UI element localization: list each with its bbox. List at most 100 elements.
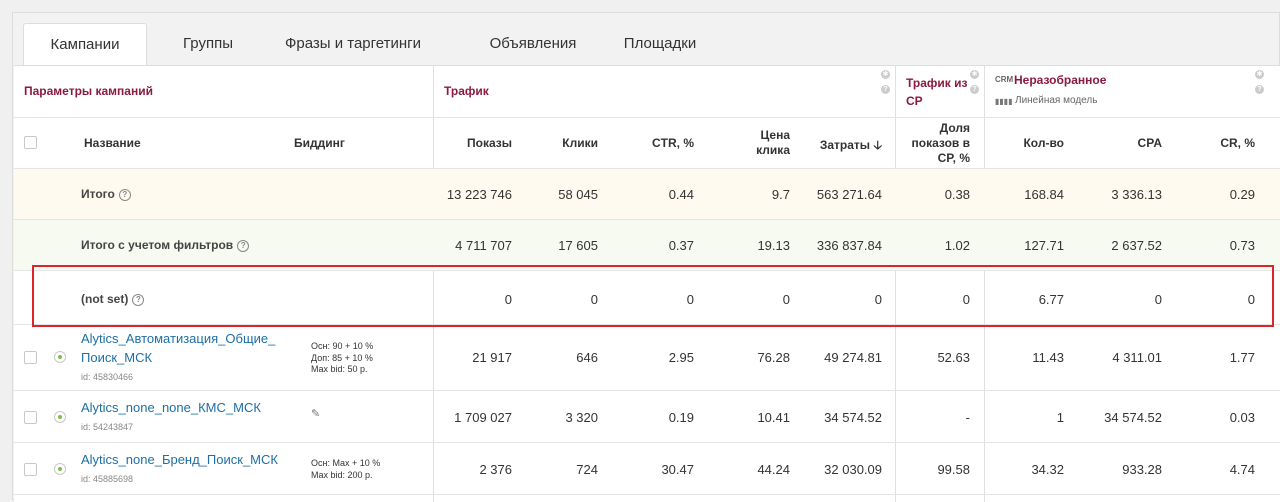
cell-shows: 4 711 707 (455, 238, 512, 253)
col-click-price[interactable]: Цена клика (740, 128, 790, 158)
tab-campaigns[interactable]: Кампании (23, 23, 147, 67)
campaign-name-link[interactable]: Alytics_none_none_КМС_МСК (81, 400, 261, 415)
cell-shows: 0 (504, 292, 512, 307)
col-impression-share[interactable]: Доля показов в СР, % (890, 121, 971, 166)
col-shows[interactable]: Показы (467, 136, 512, 150)
col-ctr[interactable]: CTR, % (652, 136, 694, 150)
cell-share: 0 (962, 292, 970, 307)
bid-main: Осн: 90 + 10 % (311, 341, 374, 351)
help-icon[interactable]: ? (970, 85, 979, 94)
row-label: Итого с учетом фильтров? (81, 238, 250, 252)
cell-shows: 21 917 (472, 350, 512, 365)
cell-cpa: 4 311.01 (1112, 350, 1162, 365)
cell-share: 52.63 (937, 350, 970, 365)
help-icon[interactable]: ? (132, 293, 145, 306)
status-active-icon[interactable] (54, 411, 66, 423)
campaign-name-link[interactable]: Alytics_none_Бренд_Поиск_МСК (81, 452, 278, 467)
cell-shows: 13 223 746 (446, 187, 512, 202)
cell-cr: 0.73 (1229, 238, 1255, 253)
attribution-model-label[interactable]: Линейная модель (1015, 95, 1097, 106)
cell-clicks: 724 (576, 462, 598, 477)
row-label-text: (not set) (81, 292, 129, 306)
bid-extra: Доп: 85 + 10 % (311, 352, 373, 363)
cell-cr: 4.74 (1229, 462, 1255, 477)
campaign-name-link[interactable]: Alytics_Автоматизация_Общие_ (81, 331, 275, 346)
col-name[interactable]: Название (84, 136, 141, 150)
bid-main: Осн: Max + 10 % (311, 458, 381, 468)
col-bidding[interactable]: Биддинг (294, 136, 345, 150)
column-header-row: Название Биддинг Показы Клики CTR, % Цен… (14, 118, 1280, 169)
table-row: Alytics_none_Бренд_Поиск_МСК id: 4588569… (14, 443, 1280, 495)
cell-count: 34.32 (1031, 462, 1064, 477)
cell-share: 1.02 (944, 238, 970, 253)
table-row: Alytics_none_none_КМС_МСК id: 54243847 ✎… (14, 391, 1280, 443)
bid-info[interactable]: Осн: Max + 10 % Max bid: 200 р. (311, 458, 380, 481)
row-checkbox[interactable] (24, 351, 37, 364)
campaign-id: id: 45885698 (81, 474, 134, 484)
cell-count: 168.84 (1024, 187, 1064, 202)
cell-clicks: 17 605 (558, 238, 598, 253)
table-row: Alytics_Автоматизация_Общие_ Поиск_МСК i… (14, 325, 1280, 391)
cell-cr: 0.03 (1229, 410, 1255, 425)
cell-price: 44.24 (757, 462, 790, 477)
cell-shows: 1 709 027 (454, 410, 512, 425)
cell-price: 0 (782, 292, 790, 307)
col-cpa[interactable]: CPA (1138, 136, 1162, 150)
select-all-checkbox[interactable] (24, 136, 37, 149)
cell-count: 1 (1056, 410, 1064, 425)
help-icon[interactable]: ? (237, 239, 250, 252)
table-row-total: Итого? 13 223 746 58 045 0.44 9.7 563 27… (14, 169, 1280, 220)
status-active-icon[interactable] (54, 351, 66, 363)
bars-icon: ▮▮▮▮ (995, 97, 1013, 106)
cell-cpa: 0 (1154, 292, 1162, 307)
help-icon[interactable]: ? (881, 85, 890, 94)
cell-clicks: 0 (590, 292, 598, 307)
group-header-row: Параметры кампаний Трафик ✱ ? Трафик из … (14, 66, 1280, 118)
cell-ctr: 0.19 (668, 410, 694, 425)
cell-cost: 0 (874, 292, 882, 307)
cell-cost: 336 837.84 (816, 238, 882, 253)
row-label: (not set)? (81, 292, 145, 306)
cell-clicks: 58 045 (558, 187, 598, 202)
cell-share: 99.58 (937, 462, 970, 477)
settings-gear-icon[interactable]: ✱ (881, 70, 890, 79)
campaign-name-link-cont[interactable]: Поиск_МСК (81, 350, 152, 365)
status-active-icon[interactable] (54, 463, 66, 475)
col-cr[interactable]: CR, % (1220, 136, 1255, 150)
cell-cost: 32 030.09 (824, 462, 882, 477)
cell-shows: 2 376 (479, 462, 512, 477)
row-label-text: Итого с учетом фильтров (81, 238, 234, 252)
cell-cost: 563 271.64 (816, 187, 882, 202)
cell-clicks: 646 (576, 350, 598, 365)
group-traffic-title: Трафик (444, 84, 489, 98)
row-checkbox[interactable] (24, 411, 37, 424)
cell-ctr: 0 (686, 292, 694, 307)
cell-ctr: 0.37 (668, 238, 694, 253)
table-row-filtered-total: Итого с учетом фильтров? 4 711 707 17 60… (14, 220, 1280, 271)
campaign-id: id: 54243847 (81, 422, 134, 432)
cell-price: 19.13 (757, 238, 790, 253)
group-params-title: Параметры кампаний (24, 84, 153, 98)
campaigns-panel: Кампании Группы Фразы и таргетинги Объяв… (12, 12, 1280, 502)
help-icon[interactable]: ? (1255, 85, 1264, 94)
row-checkbox[interactable] (24, 463, 37, 476)
cell-count: 127.71 (1024, 238, 1064, 253)
cell-price: 9.7 (771, 187, 790, 202)
settings-gear-icon[interactable]: ✱ (970, 70, 979, 79)
cell-price: 10.41 (757, 410, 790, 425)
col-count[interactable]: Кол-во (1023, 136, 1064, 150)
cell-cpa: 2 637.52 (1111, 238, 1162, 253)
bid-info[interactable]: Осн: 90 + 10 % Доп: 85 + 10 % Max bid: 5… (311, 341, 373, 376)
settings-gear-icon[interactable]: ✱ (1255, 70, 1264, 79)
cell-count: 11.43 (1032, 350, 1064, 365)
sort-desc-icon: 🡣 (873, 138, 882, 152)
cell-cost: 34 574.52 (824, 410, 882, 425)
cell-ctr: 2.95 (668, 350, 694, 365)
campaigns-table: Параметры кампаний Трафик ✱ ? Трафик из … (14, 65, 1280, 502)
edit-pencil-icon[interactable]: ✎ (311, 407, 320, 420)
help-icon[interactable]: ? (118, 188, 131, 201)
cell-clicks: 3 320 (565, 410, 598, 425)
col-cost[interactable]: Затраты 🡣 (820, 136, 882, 157)
col-clicks[interactable]: Клики (562, 136, 598, 150)
cell-cpa: 3 336.13 (1111, 187, 1162, 202)
